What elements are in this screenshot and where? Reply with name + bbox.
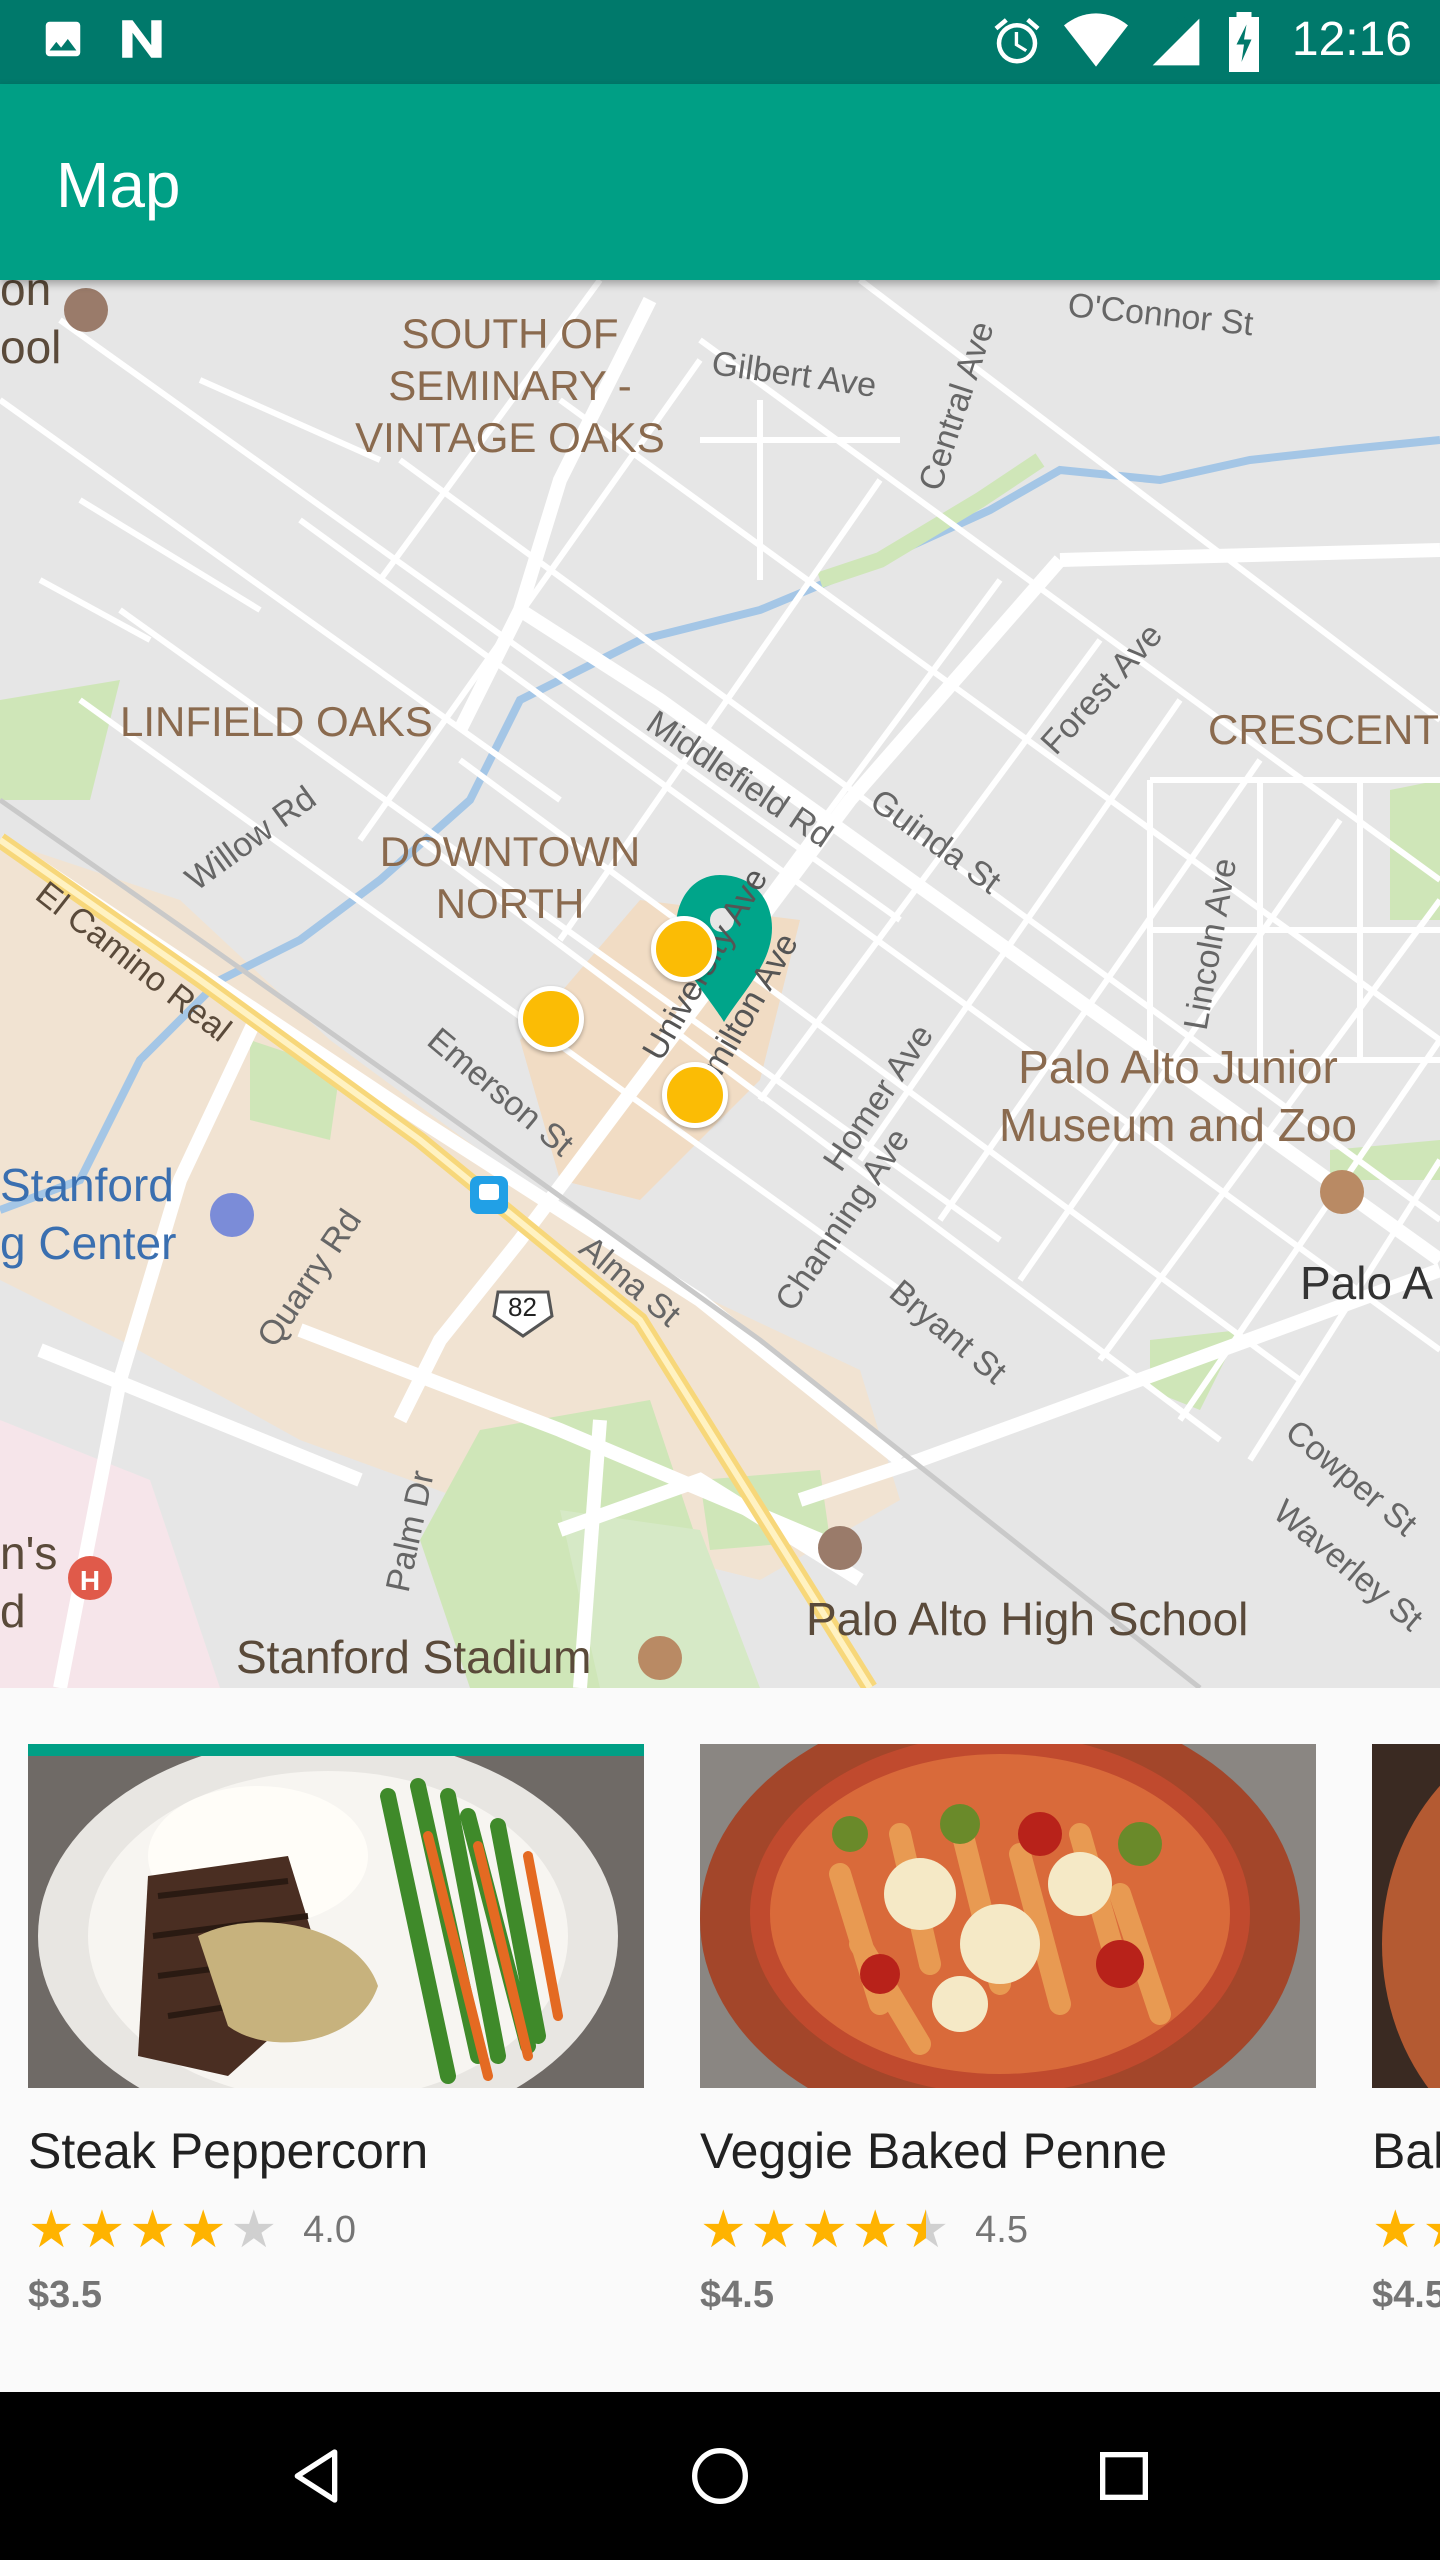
dish-name: Steak Peppercorn <box>28 2123 429 2179</box>
poi-high-school[interactable]: Palo Alto High School <box>806 1590 1248 1648</box>
alarm-icon <box>994 18 1040 64</box>
rating-value: 4.0 <box>303 2208 356 2251</box>
n-notification-icon <box>122 20 162 58</box>
wifi-icon <box>1064 13 1128 67</box>
home-icon[interactable] <box>688 2444 752 2508</box>
star-icon: ★ <box>1423 2202 1440 2258</box>
star-icon: ★ <box>902 2201 950 2259</box>
dish-photo <box>1372 1744 1440 2088</box>
star-icon: ★ <box>129 2201 176 2259</box>
dish-photo <box>28 1744 644 2088</box>
poi-zoo[interactable]: Palo Alto Junior Museum and Zoo <box>988 1038 1368 1154</box>
dish-card-list[interactable]: Steak Peppercorn ★ ★ ★ ★ ★ 4.0 $3.5 Veggie Ba… <box>0 1688 1440 2392</box>
dish-name: Veggie Baked Penne <box>700 2123 1168 2179</box>
star-icon: ★ <box>230 2201 278 2259</box>
svg-text:H: H <box>80 1565 100 1596</box>
poi-palo-alto[interactable]: Palo A <box>1300 1254 1433 1312</box>
star-rating: ★ ★ ★ ★ ★ 4.0 <box>28 2202 644 2258</box>
restaurant-marker[interactable] <box>651 916 717 982</box>
star-icon: ★ <box>851 2201 899 2259</box>
recents-icon[interactable] <box>1092 2444 1156 2508</box>
poi-stadium[interactable]: Stanford Stadium <box>236 1628 591 1686</box>
zoo-icon[interactable] <box>1320 1170 1364 1214</box>
star-icon: ★ <box>700 2201 747 2259</box>
clock: 12:16 <box>1291 13 1412 66</box>
dish-price: $4.5 <box>700 2274 774 2316</box>
navigation-bar <box>0 2392 1440 2560</box>
area-label-linfield-oaks: LINFIELD OAKS <box>120 698 433 745</box>
app-bar: Map <box>0 84 1440 280</box>
dish-card[interactable]: Bal ★★★★★ $4.5 <box>1372 1744 1440 2317</box>
route-82-label: 82 <box>508 1292 537 1322</box>
area-label-crescent: CRESCENT <box>1208 706 1440 753</box>
star-rating: ★★★★★ <box>1372 2202 1440 2258</box>
dish-price: $3.5 <box>28 2274 102 2316</box>
dish-name: Bal <box>1372 2123 1440 2179</box>
dish-photo <box>700 1744 1316 2088</box>
dish-price: $4.5 <box>1372 2274 1440 2316</box>
area-label-south-of-seminary: SOUTH OF SEMINARY - VINTAGE OAKS <box>355 310 665 461</box>
shopping-icon[interactable] <box>210 1193 254 1237</box>
map-base: H <box>0 280 1440 1688</box>
image-icon <box>45 21 81 57</box>
battery-icon <box>1229 12 1259 72</box>
poi-partial-bottom: n's d <box>0 1527 58 1637</box>
dish-card[interactable]: Steak Peppercorn ★ ★ ★ ★ ★ 4.0 $3.5 <box>28 1744 644 2317</box>
school-icon[interactable] <box>818 1526 862 1570</box>
star-icon: ★ <box>1372 2201 1419 2259</box>
map-view[interactable]: H SOUTH OF SEMINARY - VINTAGE OAKS LINFI… <box>0 280 1440 1688</box>
restaurant-marker[interactable] <box>662 1062 728 1128</box>
star-icon: ★ <box>28 2201 75 2259</box>
star-icon: ★ <box>179 2201 227 2259</box>
back-icon[interactable] <box>284 2444 348 2508</box>
restaurant-marker[interactable] <box>518 986 584 1052</box>
page-title: Map <box>56 149 181 221</box>
rating-value: 4.5 <box>975 2208 1028 2251</box>
star-icon: ★ <box>750 2201 798 2259</box>
star-icon: ★ <box>801 2201 848 2259</box>
star-icon: ★ <box>78 2201 126 2259</box>
poi-stanford-center[interactable]: Stanford g Center <box>0 1156 176 1272</box>
stadium-icon[interactable] <box>638 1636 682 1680</box>
area-label-downtown-north: DOWNTOWN NORTH <box>379 828 641 927</box>
dish-card[interactable]: Veggie Baked Penne ★ ★ ★ ★ ★ 4.5 $4.5 <box>700 1744 1316 2317</box>
signal-icon <box>1152 17 1200 66</box>
status-bar: 12:16 <box>0 0 1440 84</box>
star-rating: ★ ★ ★ ★ ★ 4.5 <box>700 2202 1316 2258</box>
poi-partial-top: on ool <box>0 280 62 373</box>
